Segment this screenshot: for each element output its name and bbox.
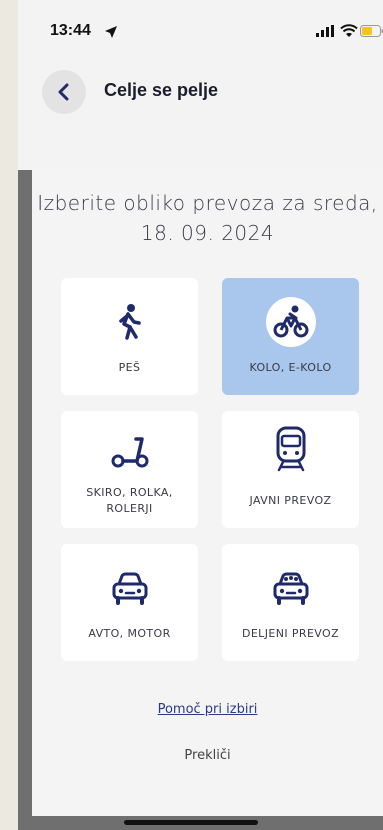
option-car-label: AVTO, MOTOR [88,627,171,640]
option-walk-label: PEŠ [118,361,141,374]
cellular-signal-icon [316,25,334,37]
battery-icon [360,25,383,37]
back-button[interactable] [42,70,86,114]
cancel-button[interactable]: Prekliči [32,748,383,763]
help-link[interactable]: Pomoč pri izbiri [32,702,383,717]
option-scooter-label-line-2: ROLERJI [106,502,153,515]
option-public-transport[interactable]: JAVNI PREVOZ [222,411,359,528]
chevron-left-icon [58,83,69,101]
status-bar: 13:44 [18,0,383,60]
page-title: Celje se pelje [104,80,219,100]
phone-screen: 13:44 Celje se pelje Izberite obliko pre… [18,0,383,830]
shared-car-icon [273,572,308,605]
home-indicator[interactable] [124,820,258,825]
walking-icon [118,304,141,340]
car-icon [112,572,147,605]
location-arrow-icon [105,26,117,38]
app-frame: 13:44 Celje se pelje Izberite obliko pre… [0,0,383,830]
option-scooter-label-line-1: SKIRO, ROLKA, [86,486,173,499]
option-shared-transport-label: DELJENI PREVOZ [241,627,340,640]
status-time: 13:44 [50,22,91,39]
wifi-icon [340,24,358,37]
app-header: Celje se pelje [18,66,383,116]
train-icon [276,426,305,472]
option-public-transport-label: JAVNI PREVOZ [249,494,332,507]
option-shared-transport[interactable]: DELJENI PREVOZ [222,544,359,661]
bicycle-icon [265,297,316,347]
prompt-line-1: Izberite obliko prevoza za sreda, [37,191,378,215]
option-bike-label: KOLO, E-KOLO [249,361,332,374]
backdrop-edge [18,170,32,830]
option-scooter[interactable]: SKIRO, ROLKA, ROLERJI [61,411,198,528]
transport-mode-sheet: Izberite obliko prevoza za sreda, 18. 09… [32,168,383,816]
option-scooter-label: SKIRO, ROLKA, ROLERJI [61,485,198,517]
option-car[interactable]: AVTO, MOTOR [61,544,198,661]
prompt-line-2: 18. 09. 2024 [140,221,275,245]
option-bike[interactable]: KOLO, E-KOLO [222,278,359,395]
prompt-text: Izberite obliko prevoza za sreda, 18. 09… [32,188,383,248]
scooter-icon [111,437,148,468]
option-walk[interactable]: PEŠ [61,278,198,395]
